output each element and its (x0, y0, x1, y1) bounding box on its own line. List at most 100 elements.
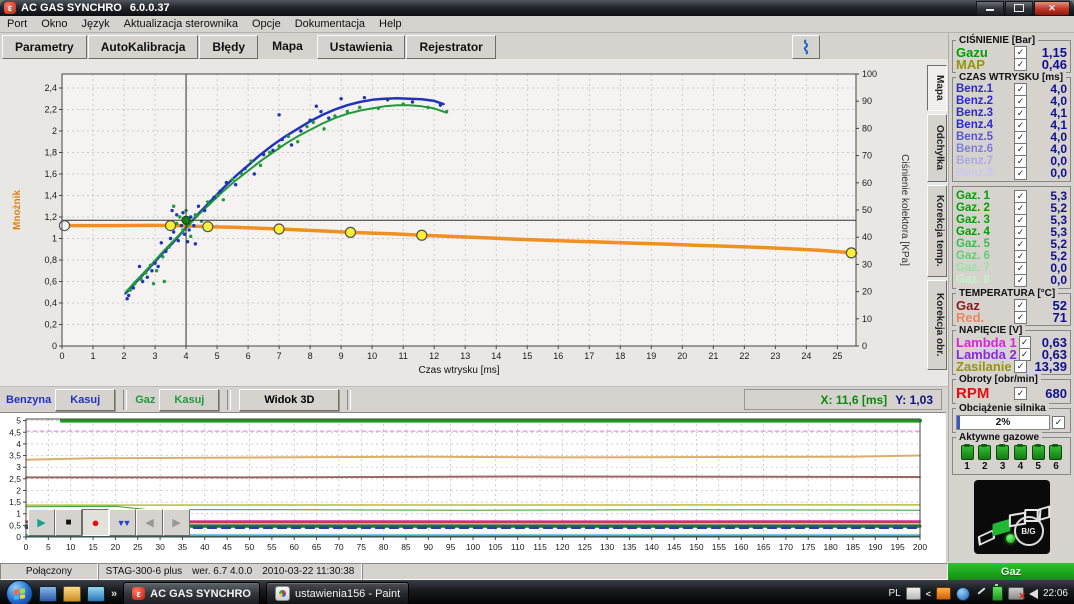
taskbar: AC GAS SYNCHRO ustawienia156 - Paint PL … (0, 580, 1074, 604)
tab-bledy[interactable]: Błędy (199, 35, 258, 59)
param-label: Zasilanie (956, 359, 1012, 374)
param-label: MAP (956, 57, 1012, 72)
checkbox[interactable] (1014, 167, 1027, 180)
step-forward-icon[interactable]: ▶ (163, 509, 190, 536)
tray-app-icon-pen[interactable] (975, 588, 987, 600)
clock[interactable]: 22:06 (1043, 588, 1068, 599)
tab-autokalibracja[interactable]: AutoKalibracja (88, 35, 199, 59)
step-back-icon[interactable]: ◀ (136, 509, 163, 536)
pressure-legend: CIŚNIENIE [Bar] (956, 35, 1038, 46)
device-name: STAG-300-6 plus (106, 566, 183, 577)
minimize-icon[interactable] (976, 1, 1004, 16)
connection-button[interactable] (792, 35, 820, 59)
kasuj-gaz-button[interactable]: Kasuj (159, 389, 219, 411)
side-tab-odchylka[interactable]: Odchyłka (927, 114, 947, 182)
checkbox[interactable] (1014, 360, 1027, 373)
svg-text:6: 6 (246, 351, 251, 361)
svg-text:125: 125 (578, 542, 592, 552)
checkbox[interactable] (1052, 416, 1065, 429)
quicklaunch-icon-1[interactable] (39, 586, 57, 602)
param-label: Gaz. 8 (956, 274, 1012, 286)
svg-text:30: 30 (155, 542, 165, 552)
svg-text:150: 150 (689, 542, 703, 552)
widok-3d-button[interactable]: Widok 3D (239, 389, 339, 411)
taskbar-app-paint[interactable]: ustawienia156 - Paint (266, 582, 409, 604)
volume-icon[interactable] (1029, 589, 1038, 599)
toolbar-separator (347, 390, 351, 410)
checkbox[interactable] (1014, 274, 1027, 287)
map-chart[interactable]: 0123456789101112131415161718192021222324… (0, 59, 946, 386)
param-value: 0,0 (1029, 166, 1067, 180)
rpm-value: 680 (1029, 386, 1067, 401)
network-disconnected-icon[interactable] (1008, 587, 1024, 600)
record-icon[interactable]: ● (82, 509, 109, 536)
tab-rejestrator[interactable]: Rejestrator (406, 35, 495, 59)
injector-icon (961, 445, 974, 460)
temperature-legend: TEMPERATURA [°C] (956, 288, 1058, 299)
tab-mapa[interactable]: Mapa (259, 33, 316, 59)
side-tab-mapa[interactable]: Mapa (927, 65, 947, 111)
start-button[interactable] (6, 580, 33, 604)
language-indicator[interactable]: PL (888, 588, 900, 599)
injector-icon (1032, 445, 1045, 460)
fuel-mode-button[interactable]: Gaz (948, 563, 1074, 580)
svg-text:23: 23 (770, 351, 780, 361)
stop-icon[interactable]: ■ (55, 509, 82, 536)
taskbar-app-acgassynchro[interactable]: AC GAS SYNCHRO (123, 582, 260, 604)
svg-text:24: 24 (801, 351, 811, 361)
window-version: 6.0.0.37 (130, 2, 170, 14)
checkbox[interactable] (1014, 58, 1027, 71)
status-bar: Połączony STAG-300-6 plus wer. 6.7 4.0.0… (0, 563, 948, 580)
acgas-app-icon (132, 587, 145, 600)
param-label: Gaz. 2 (956, 202, 1012, 214)
tab-parametry[interactable]: Parametry (2, 35, 87, 59)
svg-text:80: 80 (862, 123, 872, 133)
svg-text:40: 40 (862, 232, 872, 242)
svg-text:40: 40 (200, 542, 210, 552)
quicklaunch-overflow-chevron[interactable] (111, 588, 117, 600)
injector-icon (1014, 445, 1027, 460)
svg-text:17: 17 (584, 351, 594, 361)
tray-app-icon-globe[interactable] (956, 587, 970, 601)
svg-text:25: 25 (832, 351, 842, 361)
tray-app-icon-orange[interactable] (936, 587, 951, 600)
recorder-chart[interactable]: 0510152025303540455055606570758085909510… (2, 413, 936, 563)
svg-text:0: 0 (862, 341, 867, 351)
svg-text:13: 13 (460, 351, 470, 361)
tray-collapse-chevron[interactable] (926, 589, 931, 599)
menu-item-jezyk[interactable]: Język (74, 18, 116, 30)
benzyna-label: Benzyna (6, 394, 51, 406)
play-icon[interactable]: ▶ (28, 509, 55, 536)
close-icon[interactable] (1034, 1, 1070, 16)
param-row: Gaz. 8 0,0 (956, 274, 1067, 286)
checkbox[interactable] (1014, 387, 1027, 400)
quicklaunch-icon-3[interactable] (87, 586, 105, 602)
kasuj-benzyna-button[interactable]: Kasuj (55, 389, 115, 411)
battery-icon[interactable] (992, 586, 1003, 601)
injector-icon (1049, 445, 1062, 460)
svg-text:0: 0 (16, 532, 21, 542)
side-tab-korekcja-temp[interactable]: Korekcja temp. (927, 185, 947, 277)
side-tab-korekcja-obr[interactable]: Korekcja obr. (927, 280, 947, 370)
benzyna-gaz-switch[interactable]: B/G (1014, 516, 1044, 546)
fast-down-icon[interactable]: ▼▼ (109, 509, 136, 536)
menu-item-help[interactable]: Help (372, 18, 409, 30)
maximize-icon[interactable] (1005, 1, 1033, 16)
svg-text:55: 55 (267, 542, 277, 552)
paint-app-icon (275, 586, 290, 601)
checkbox[interactable] (1014, 311, 1027, 324)
param-value: 0,0 (1029, 273, 1067, 287)
menu-item-aktualizacja[interactable]: Aktualizacja sterownika (117, 18, 245, 30)
svg-text:175: 175 (801, 542, 815, 552)
status-datetime: 2010-03-22 11:30:38 (262, 566, 354, 577)
menu-item-dokumentacja[interactable]: Dokumentacja (288, 18, 372, 30)
menu-item-opcje[interactable]: Opcje (245, 18, 288, 30)
tab-ustawienia[interactable]: Ustawienia (317, 35, 406, 59)
param-label: Benz.6 (956, 143, 1012, 155)
param-label: Gaz. 5 (956, 238, 1012, 250)
svg-text:0,2: 0,2 (44, 319, 57, 329)
menu-item-port[interactable]: Port (0, 18, 34, 30)
menu-item-okno[interactable]: Okno (34, 18, 74, 30)
keyboard-icon[interactable] (906, 587, 921, 600)
quicklaunch-icon-2[interactable] (63, 586, 81, 602)
